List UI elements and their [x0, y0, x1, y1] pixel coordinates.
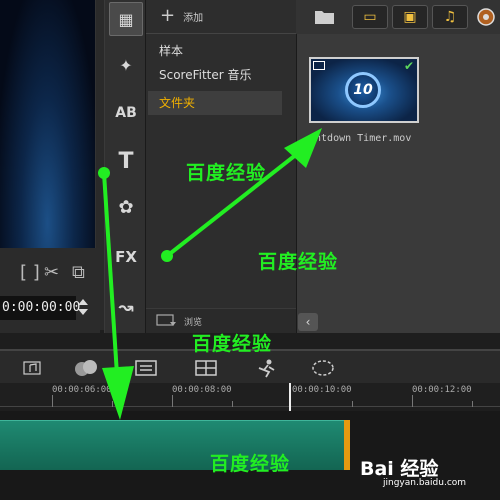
plus-icon: + — [160, 5, 176, 26]
watermark-text: 百度经验 — [210, 453, 291, 475]
transition-icon[interactable]: AB — [109, 96, 143, 130]
video-icon: ▭ — [363, 9, 377, 25]
timeline-ruler[interactable]: 00:00:06:00 00:00:08:00 00:00:10:00 00:0… — [0, 383, 500, 407]
check-icon: ✔ — [404, 59, 415, 73]
subtitle-icon[interactable] — [134, 357, 160, 379]
library-panel — [296, 0, 500, 333]
photo-icon: ▣ — [403, 9, 417, 25]
add-label: 添加 — [183, 12, 204, 24]
graphic-icon[interactable]: ✿ — [109, 190, 143, 224]
instant-project-icon[interactable]: ✦ — [109, 48, 143, 82]
title-icon[interactable]: T — [109, 144, 143, 178]
ruler-label: 00:00:12:00 — [412, 385, 472, 395]
preview-controls: [ ] ✂ ⧉ — [0, 248, 100, 333]
filter-icon[interactable]: FX — [109, 240, 143, 274]
playhead[interactable] — [289, 383, 291, 411]
ruler-tick — [232, 401, 233, 407]
thumbnail-label: untdown Timer.mov — [309, 133, 412, 144]
ruler-tick — [172, 395, 173, 407]
stepper-down-icon[interactable] — [78, 309, 88, 315]
multi-camera-icon[interactable] — [194, 357, 218, 379]
add-folder-button[interactable]: + 添加 — [160, 6, 203, 26]
clip-trim-handle[interactable] — [344, 420, 350, 470]
watermark-text: 百度经验 — [192, 333, 273, 355]
ruler-tick — [112, 401, 113, 407]
mask-icon[interactable] — [310, 357, 336, 379]
ruler-tick — [472, 401, 473, 407]
library-toolbar: ▭ ▣ ♫ — [296, 0, 500, 34]
path-icon[interactable]: ↝ — [109, 290, 143, 324]
media-icon[interactable]: ▦ — [109, 2, 143, 36]
show-audio-button[interactable]: ♫ — [432, 5, 468, 29]
baidu-url: jingyan.baidu.com — [383, 478, 467, 488]
copy-icon[interactable]: ⧉ — [72, 262, 85, 283]
watermark-text: 百度经验 — [258, 251, 339, 273]
browse-icon — [156, 314, 176, 326]
mark-in-out-button[interactable]: [ ] — [20, 262, 40, 283]
film-icon — [313, 61, 325, 70]
browse-label: 浏览 — [184, 317, 203, 328]
show-photo-button[interactable]: ▣ — [392, 5, 428, 29]
sort-icon[interactable] — [476, 7, 496, 27]
stepper-up-icon[interactable] — [78, 299, 88, 305]
folder-icon[interactable] — [314, 7, 336, 25]
ruler-tick — [52, 395, 53, 407]
timeline-clip[interactable] — [0, 420, 346, 470]
baidu-logo: Bai 经验 — [360, 458, 439, 480]
countdown-number: 10 — [345, 72, 381, 108]
ruler-label: 00:00:10:00 — [292, 385, 352, 395]
folder-item-folder[interactable]: 文件夹 — [148, 91, 282, 115]
watermark-text: 百度经验 — [186, 162, 267, 184]
ruler-tick — [412, 395, 413, 407]
show-video-button[interactable]: ▭ — [352, 5, 388, 29]
music-icon: ♫ — [443, 9, 457, 25]
timecode-stepper[interactable] — [76, 296, 90, 320]
time-remap-icon[interactable] — [254, 357, 280, 379]
timecode-display[interactable]: 0:00:00:00 — [0, 296, 80, 320]
ruler-label: 00:00:06:00 — [52, 385, 112, 395]
category-toolbar: ▦ ✦ AB T ✿ FX ↝ — [104, 0, 146, 333]
divider — [146, 33, 296, 34]
preview-screen — [0, 0, 96, 248]
mix-audio-icon[interactable] — [22, 357, 46, 379]
folder-item-samples[interactable]: 样本 — [148, 39, 282, 63]
scissors-icon[interactable]: ✂ — [44, 262, 59, 283]
ruler-tick — [352, 401, 353, 407]
motion-track-icon[interactable] — [72, 357, 100, 379]
ruler-label: 00:00:08:00 — [172, 385, 232, 395]
scroll-left-button[interactable]: ‹ — [298, 313, 318, 331]
folder-item-scorefitter[interactable]: ScoreFitter 音乐 — [148, 63, 282, 87]
